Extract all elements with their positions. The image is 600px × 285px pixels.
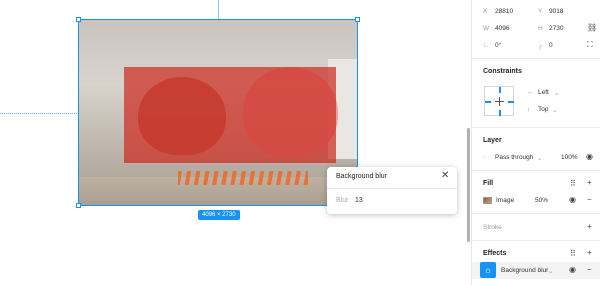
h-label: H [538,25,543,32]
blur-label: Blur [336,197,349,204]
fill-opacity-input[interactable]: 50% [535,197,548,204]
vertical-constraint-select[interactable]: Top [538,106,548,113]
styles-grid-icon[interactable]: ⠿ [570,180,576,188]
effects-title: Effects [483,250,507,257]
divider [472,58,600,59]
fill-image-thumbnail[interactable] [483,197,492,204]
properties-panel: X 28810 Y 9018 W 4096 H 2730 ⛓ ∟ 0° ╭ 0 … [471,0,600,285]
close-icon[interactable]: ✕ [441,170,449,181]
constrain-proportions-icon[interactable]: ⛓ [587,24,597,32]
chevron-down-icon: ⌄ [537,155,543,162]
stroke-title: Stroke [483,224,502,231]
horizontal-constraint-icon: ↔ [527,89,534,96]
rotation-icon: ∟ [483,42,490,49]
corner-radius-input[interactable]: 0 [549,42,553,49]
layer-title: Layer [483,137,502,144]
background-blur-popover: Background blur ✕ Blur 13 [327,167,457,214]
fill-title: Fill [483,180,494,187]
resize-handle-top-right[interactable] [355,17,360,22]
rotation-input[interactable]: 0° [495,42,501,49]
x-input[interactable]: 28810 [495,8,513,15]
sun-icon[interactable]: ☼ [480,262,496,278]
resize-handle-bottom-left[interactable] [76,203,81,208]
vertical-guide [218,0,219,20]
y-label: Y [538,8,543,15]
divider [472,170,600,171]
add-effect-icon[interactable]: + [587,249,592,257]
remove-fill-icon[interactable]: − [587,196,592,204]
chevron-down-icon: ⌄ [554,90,560,97]
fill-type-label[interactable]: Image [496,197,514,204]
chevron-down-icon: ⌄ [548,268,554,275]
height-input[interactable]: 2730 [549,25,563,32]
divider [472,127,600,128]
effect-styles-grid-icon[interactable]: ⠿ [570,250,576,258]
blend-mode-select[interactable]: Pass through [495,154,533,161]
y-input[interactable]: 9018 [549,8,563,15]
popover-divider [327,188,457,189]
independent-corners-icon[interactable]: ⛶ [587,41,593,49]
horizontal-guide [0,113,79,114]
corner-radius-icon: ╭ [538,43,542,50]
selection-box [76,17,360,208]
constraints-widget[interactable] [484,86,514,116]
canvas[interactable]: 4096 × 2730 Background blur ✕ Blur 13 [0,0,471,285]
remove-effect-icon[interactable]: − [587,266,592,274]
horizontal-constraint-select[interactable]: Left [538,89,549,96]
vertical-constraint-icon: ↕ [527,106,531,113]
canvas-scrollbar[interactable] [467,128,470,242]
size-badge: 4096 × 2730 [198,210,240,220]
w-label: W [483,25,490,32]
add-fill-icon[interactable]: + [587,179,592,187]
add-stroke-icon[interactable]: + [587,223,592,231]
visibility-eye-icon[interactable]: ◉ [586,153,593,161]
popover-title: Background blur [336,173,387,180]
divider [472,240,600,241]
effect-visibility-eye-icon[interactable]: ◉ [569,266,576,274]
constraints-title: Constraints [483,68,522,75]
layer-opacity-input[interactable]: 100% [561,154,578,161]
effect-type-select[interactable]: Background blur [501,267,548,274]
chevron-down-icon: ⌄ [552,107,558,114]
x-label: X [483,8,488,15]
fill-visibility-eye-icon[interactable]: ◉ [569,196,576,204]
divider [472,213,600,214]
blur-value-input[interactable]: 13 [355,197,363,204]
blend-mode-icon: ◌ [483,154,487,161]
width-input[interactable]: 4096 [495,25,509,32]
resize-handle-top-left[interactable] [76,17,81,22]
